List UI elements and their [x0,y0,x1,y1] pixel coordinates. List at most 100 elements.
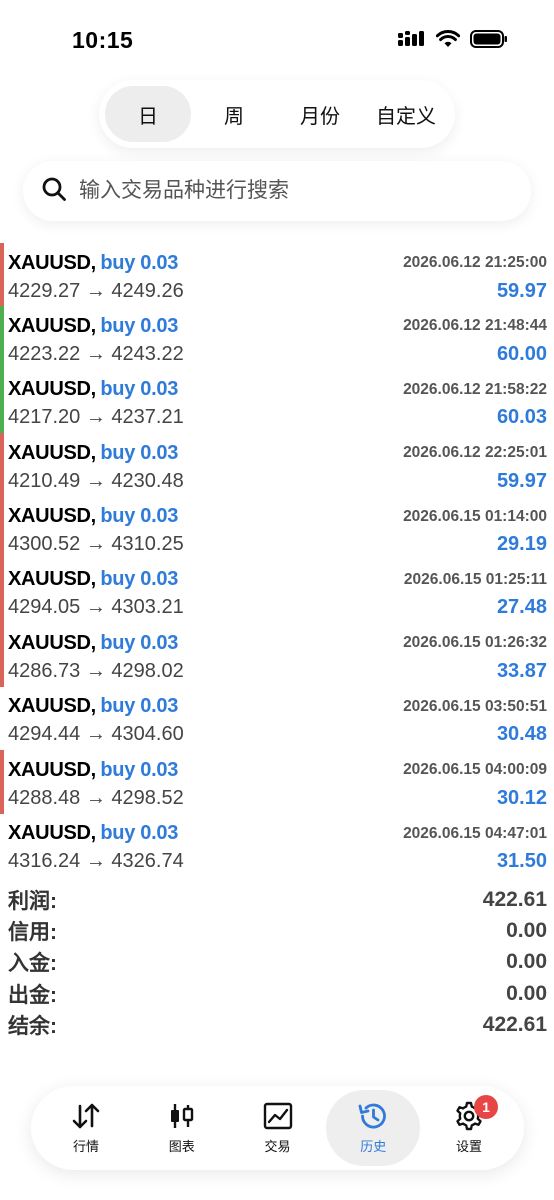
summary-deposit-row: 入金: 0.00 [8,947,547,978]
deal-side: buy 0.03 [100,822,179,845]
deal-row[interactable]: XAUUSD, buy 0.03 2026.06.15 01:26:32 4286… [0,623,554,687]
tab-month[interactable]: 月份 [277,86,363,142]
deal-row[interactable]: XAUUSD, buy 0.03 2026.06.12 21:25:00 4229… [0,243,554,307]
deal-profit: 60.03 [496,406,547,429]
deal-symbol: XAUUSD, [8,631,96,654]
deal-symbol: XAUUSD, [8,695,96,718]
deal-side: buy 0.03 [100,758,179,781]
deal-row[interactable]: XAUUSD, buy 0.03 2026.06.15 01:25:11 4294… [0,559,554,624]
deal-time: 2026.06.12 21:58:22 [403,380,547,398]
deal-symbol: XAUUSD, [8,378,96,401]
search-input[interactable] [79,179,499,203]
deal-profit: 59.97 [496,469,547,492]
deal-profit: 59.97 [496,279,547,302]
candlestick-chart-icon [168,1101,196,1131]
deal-prices: 4294.44 → 4304.60 [8,723,184,746]
summary-label: 入金: [8,952,57,976]
deal-status-bar [0,559,4,624]
deal-prices: 4217.20 → 4237.21 [8,406,184,429]
deal-side: buy 0.03 [100,251,179,274]
deal-symbol: XAUUSD, [8,314,96,337]
tab-week[interactable]: 周 [191,86,277,142]
search-icon [41,176,67,207]
deal-status-bar [0,496,4,560]
quotes-arrows-icon [71,1101,101,1131]
trade-line-chart-icon [263,1101,293,1131]
battery-icon [470,30,508,48]
deal-symbol: XAUUSD, [8,505,96,528]
search-bar[interactable] [23,161,531,221]
summary-label: 利润: [8,889,57,913]
deal-side: buy 0.03 [100,568,179,591]
deal-status-bar [0,243,4,307]
wifi-icon [436,30,460,48]
deal-side: buy 0.03 [100,441,179,464]
deal-time: 2026.06.15 04:47:01 [403,824,547,842]
summary-label: 出金: [8,983,57,1007]
deal-status-bar [0,369,4,434]
deal-side: buy 0.03 [100,378,179,401]
nav-label: 历史 [360,1139,387,1154]
summary-value: 422.61 [482,887,547,911]
deal-row[interactable]: XAUUSD, buy 0.03 2026.06.15 04:47:01 4316… [0,814,554,877]
summary-value: 422.61 [482,1012,547,1036]
deal-time: 2026.06.12 21:25:00 [403,254,547,271]
deal-row[interactable]: XAUUSD, buy 0.03 2026.06.12 22:25:01 4210… [0,433,554,497]
deal-symbol: XAUUSD, [8,822,96,845]
deal-time: 2026.06.12 21:48:44 [403,317,547,335]
deal-status-bar [0,623,4,687]
summary-value: 0.00 [506,981,547,1005]
tab-day[interactable]: 日 [105,86,191,142]
nav-history[interactable]: 历史 [326,1090,421,1166]
deal-prices: 4210.49 → 4230.48 [8,469,184,492]
summary-profit-row: 利润: 422.61 [8,884,547,915]
deal-side: buy 0.03 [100,631,179,654]
nav-quotes[interactable]: 行情 [39,1090,133,1166]
deal-profit: 27.48 [496,596,547,619]
deal-prices: 4223.22 → 4243.22 [8,342,184,365]
summary-value: 0.00 [506,950,547,974]
deal-time: 2026.06.12 22:25:01 [403,444,547,462]
summary-balance-row: 结余: 422.61 [8,1009,547,1040]
nav-trade[interactable]: 交易 [231,1090,325,1166]
deal-prices: 4316.24 → 4326.74 [8,850,184,873]
deal-profit: 30.12 [496,786,547,809]
nav-label: 图表 [168,1139,195,1154]
deal-row[interactable]: XAUUSD, buy 0.03 2026.06.15 01:14:00 4300… [0,496,554,560]
deal-status-bar [0,433,4,497]
status-time: 10:15 [72,27,134,53]
deal-symbol: XAUUSD, [8,441,96,464]
cellular-signal-icon [398,31,426,47]
deal-time: 2026.06.15 01:14:00 [403,507,547,525]
deal-time: 2026.06.15 04:00:09 [403,761,547,779]
deal-prices: 4229.27 → 4249.26 [8,279,184,302]
deal-prices: 4294.05 → 4303.21 [8,596,184,619]
deal-profit: 33.87 [496,659,547,682]
summary-label: 结余: [8,1014,57,1038]
deal-row[interactable]: XAUUSD, buy 0.03 2026.06.12 21:48:44 4223… [0,306,554,370]
summary-label: 信用: [8,920,57,944]
deal-time: 2026.06.15 01:25:11 [403,570,547,588]
deal-status-bar [0,306,4,370]
tab-custom[interactable]: 自定义 [363,86,449,142]
nav-label: 行情 [72,1139,99,1154]
deal-time: 2026.06.15 03:50:51 [403,697,547,715]
nav-chart[interactable]: 图表 [135,1090,229,1166]
deal-symbol: XAUUSD, [8,568,96,591]
deal-row[interactable]: XAUUSD, buy 0.03 2026.06.15 04:00:09 4288… [0,750,554,814]
deal-profit: 60.00 [496,342,547,365]
deal-time: 2026.06.15 01:26:32 [403,634,547,652]
period-selector: 日 周 月份 自定义 [99,80,455,148]
history-clock-icon [357,1101,389,1131]
deal-prices: 4286.73 → 4298.02 [8,659,184,682]
deal-prices: 4300.52 → 4310.25 [8,533,184,556]
deal-row[interactable]: XAUUSD, buy 0.03 2026.06.12 21:58:22 4217… [0,369,554,434]
deal-row[interactable]: XAUUSD, buy 0.03 2026.06.15 03:50:51 4294… [0,687,554,750]
nav-settings[interactable]: 设置 1 [422,1090,516,1166]
summary-withdrawal-row: 出金: 0.00 [8,978,547,1009]
deal-profit: 30.48 [496,723,547,746]
bottom-nav: 行情 图表 交易 历史 设置 1 [31,1086,524,1170]
deal-status-bar [0,750,4,814]
deal-symbol: XAUUSD, [8,251,96,274]
deal-side: buy 0.03 [100,695,179,718]
